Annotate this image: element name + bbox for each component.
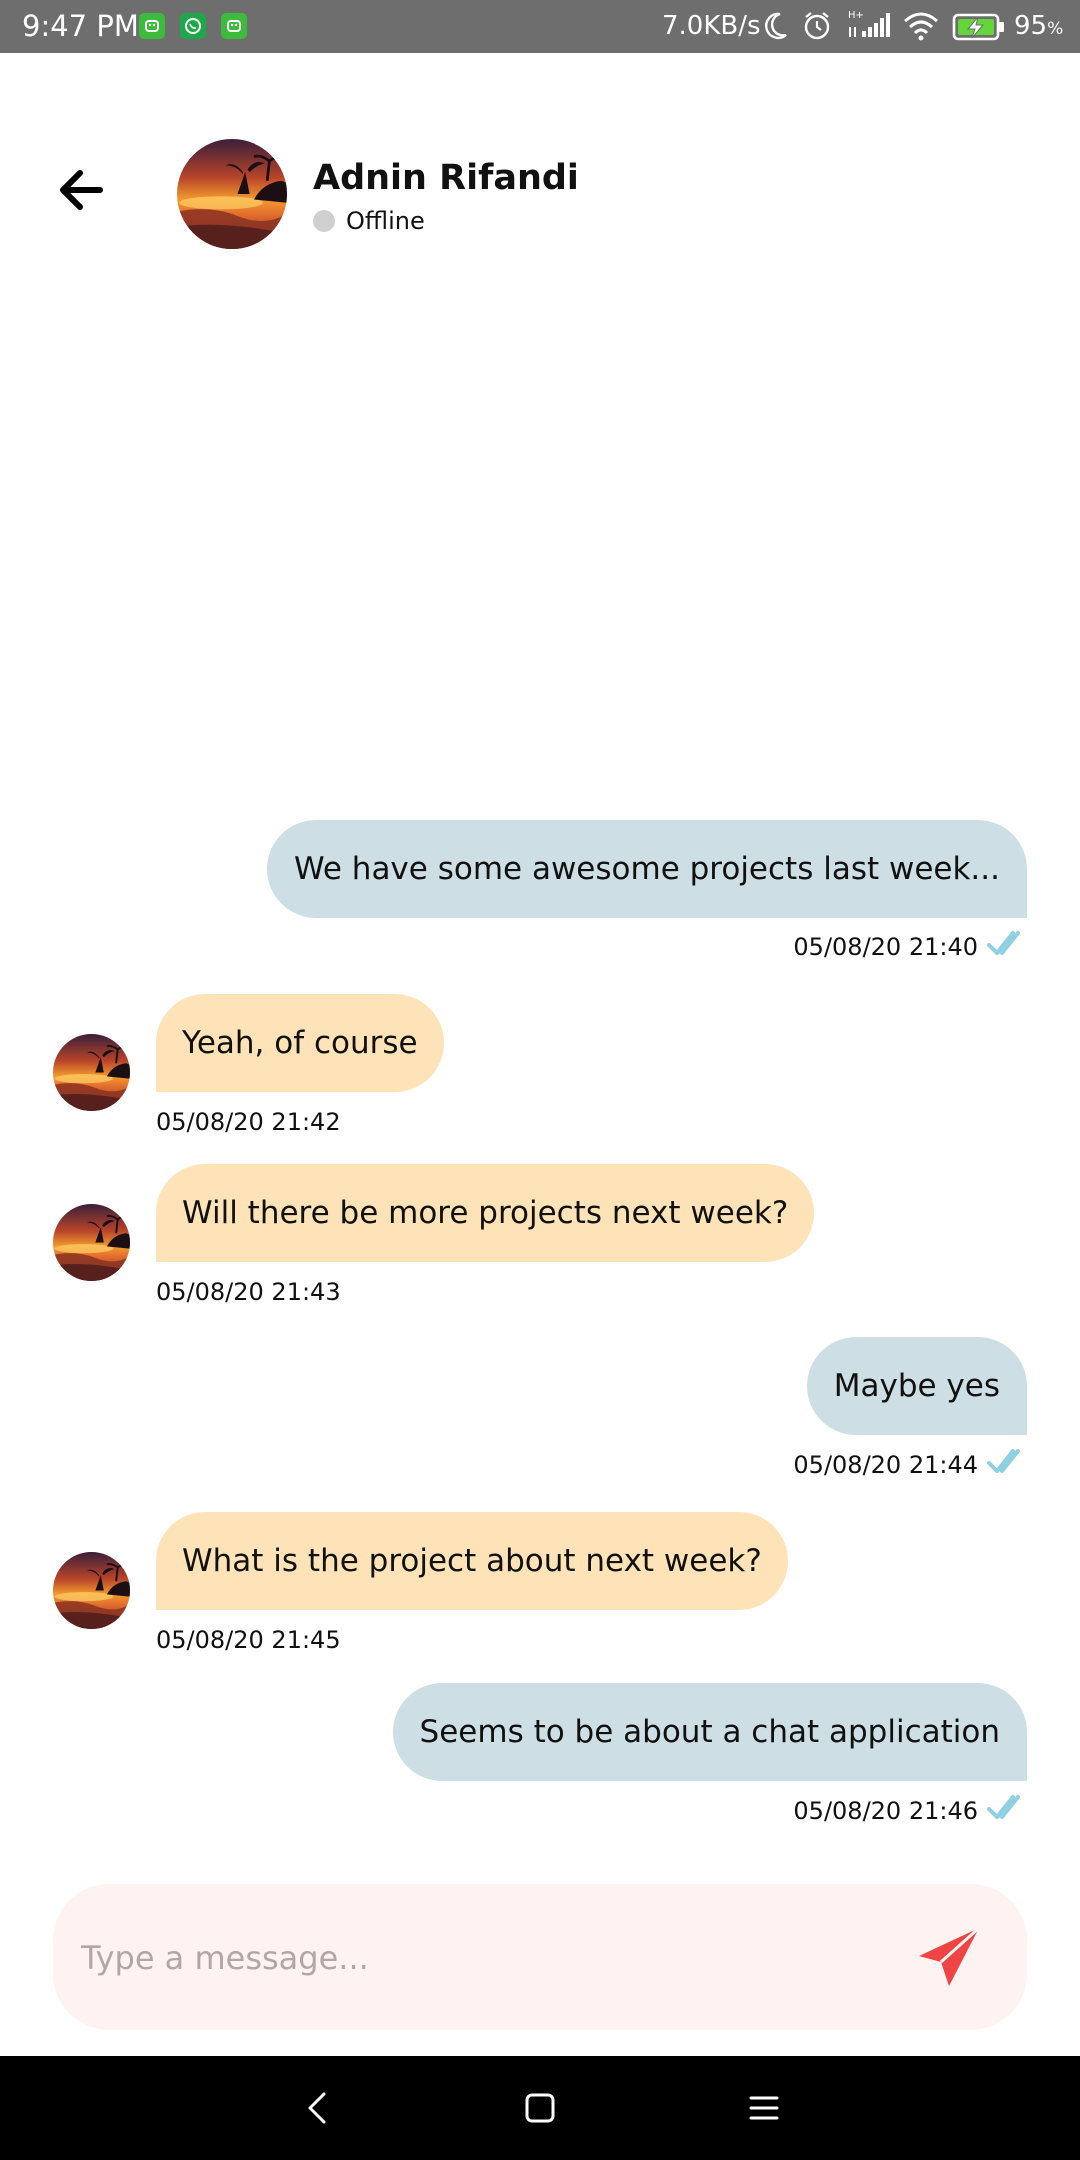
send-icon bbox=[919, 1926, 981, 1986]
network-type-label: H+ bbox=[848, 10, 864, 21]
chevron-left-icon bbox=[308, 2092, 326, 2124]
wifi-icon bbox=[902, 9, 940, 47]
sender-avatar[interactable] bbox=[53, 1552, 130, 1629]
android-notification-icon bbox=[221, 13, 247, 39]
back-button[interactable] bbox=[52, 160, 112, 220]
received-message-bubble[interactable]: Yeah, of course bbox=[156, 994, 444, 1092]
message-timestamp: 05/08/20 21:44 bbox=[793, 1451, 978, 1479]
nav-home-button[interactable] bbox=[518, 2086, 562, 2130]
battery-charging-icon bbox=[952, 12, 1006, 46]
message-text: We have some awesome projects last week.… bbox=[294, 851, 1000, 887]
battery-percent: 95% bbox=[1014, 9, 1063, 46]
alarm-icon bbox=[802, 9, 832, 47]
menu-icon bbox=[749, 2096, 779, 2120]
double-check-icon bbox=[987, 1795, 1020, 1819]
message-text: What is the project about next week? bbox=[182, 1543, 762, 1579]
back-arrow-icon bbox=[60, 170, 103, 210]
offline-status-dot bbox=[313, 210, 335, 232]
message-timestamp: 05/08/20 21:46 bbox=[793, 1797, 978, 1825]
message-timestamp: 05/08/20 21:40 bbox=[793, 933, 978, 961]
signal-icon: H+ bbox=[846, 7, 892, 47]
message-text: Maybe yes bbox=[833, 1368, 1000, 1404]
message-timestamp: 05/08/20 21:42 bbox=[156, 1108, 341, 1136]
status-time: 9:47 PM bbox=[22, 9, 139, 43]
android-notification-icon bbox=[139, 13, 165, 39]
sender-avatar[interactable] bbox=[53, 1204, 130, 1281]
sender-avatar[interactable] bbox=[53, 1034, 130, 1111]
received-message-bubble[interactable]: What is the project about next week? bbox=[156, 1512, 788, 1610]
sent-message-bubble[interactable]: Maybe yes bbox=[806, 1337, 1027, 1435]
contact-avatar[interactable] bbox=[177, 139, 287, 249]
message-timestamp: 05/08/20 21:43 bbox=[156, 1278, 341, 1306]
contact-status: Offline bbox=[346, 207, 425, 235]
send-button[interactable] bbox=[915, 1922, 985, 1992]
double-check-icon bbox=[987, 931, 1020, 955]
system-nav-bar bbox=[0, 2056, 1080, 2160]
message-text: Will there be more projects next week? bbox=[182, 1195, 789, 1231]
contact-name[interactable]: Adnin Rifandi bbox=[313, 156, 579, 200]
message-input[interactable] bbox=[79, 1920, 903, 1996]
message-composer bbox=[53, 1884, 1027, 2030]
received-message-bubble[interactable]: Will there be more projects next week? bbox=[156, 1164, 815, 1262]
status-bar: 9:47 PM 7.0KB/s H+ 95% bbox=[0, 0, 1080, 53]
net-speed: 7.0KB/s bbox=[662, 11, 761, 41]
moon-icon bbox=[762, 9, 790, 47]
message-timestamp: 05/08/20 21:45 bbox=[156, 1626, 341, 1654]
nav-menu-button[interactable] bbox=[742, 2086, 786, 2130]
message-text: Yeah, of course bbox=[182, 1025, 418, 1061]
sent-message-bubble[interactable]: Seems to be about a chat application bbox=[392, 1683, 1027, 1781]
double-check-icon bbox=[987, 1449, 1020, 1473]
whatsapp-icon bbox=[180, 13, 206, 39]
battery-percent-value: 95 bbox=[1014, 11, 1048, 41]
square-icon bbox=[525, 2093, 555, 2123]
battery-percent-sign: % bbox=[1047, 19, 1064, 39]
nav-back-button[interactable] bbox=[296, 2086, 340, 2130]
message-text: Seems to be about a chat application bbox=[419, 1714, 1000, 1750]
sent-message-bubble[interactable]: We have some awesome projects last week.… bbox=[267, 820, 1027, 918]
